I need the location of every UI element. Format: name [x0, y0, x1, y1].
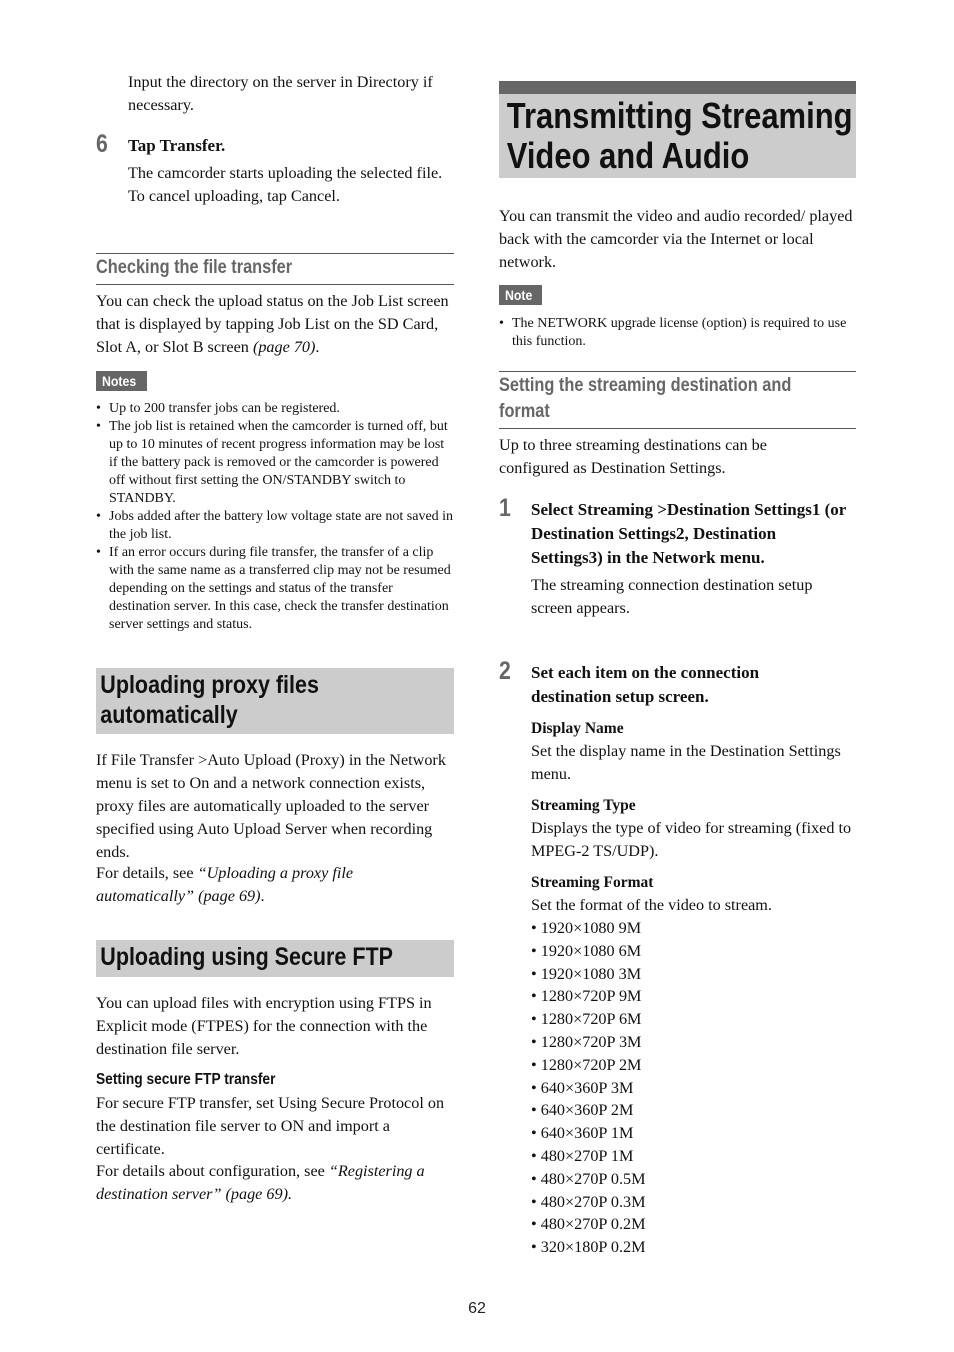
- chapter-title: Transmitting Streaming Video and Audio: [499, 94, 853, 181]
- heading-line: format: [499, 401, 550, 422]
- page-reference[interactable]: (page 70): [253, 338, 315, 356]
- heading-line: Setting the streaming destination and: [499, 375, 792, 396]
- setting-desc: Set the format of the video to stream.: [531, 896, 772, 914]
- format-item: 1280×720P 6M: [531, 1008, 856, 1031]
- subheading: Checking the file transfer: [96, 257, 293, 278]
- step-text: The streaming connection destination set…: [531, 576, 813, 617]
- setting-desc: Displays the type of video for streaming…: [531, 819, 852, 860]
- setting-item-streaming-format: Streaming Format Set the format of the v…: [531, 872, 856, 1259]
- step-number: 6: [96, 130, 108, 158]
- step-number: 1: [499, 494, 511, 522]
- note-item: Up to 200 transfer jobs can be registere…: [96, 400, 454, 418]
- note-item: If an error occurs during file transfer,…: [96, 544, 454, 634]
- format-item: 480×270P 0.3M: [531, 1191, 856, 1214]
- format-item: 1280×720P 2M: [531, 1054, 856, 1077]
- sftp-details: For details about configuration, see “Re…: [96, 1160, 454, 1206]
- setting-item-streaming-type: Streaming Type Displays the type of vide…: [531, 795, 856, 863]
- heading: Uploading using Secure FTP: [100, 943, 393, 971]
- step-6: 6 Tap Transfer. The camcorder starts upl…: [96, 130, 454, 208]
- format-item: 320×180P 0.2M: [531, 1236, 856, 1259]
- note-badge: Note: [499, 285, 543, 305]
- sftp-sub-body: For secure FTP transfer, set Using Secur…: [96, 1094, 445, 1158]
- checking-body: You can check the upload status on the J…: [96, 290, 454, 359]
- step-text: To cancel uploading, tap Cancel.: [128, 187, 340, 205]
- directory-instruction: Input the directory on the server in Dir…: [128, 73, 433, 114]
- setting-desc: Set the display name in the Destination …: [531, 742, 841, 783]
- step-title: Tap Transfer.: [128, 136, 226, 155]
- page-number: 62: [468, 1300, 486, 1317]
- section-proxy-heading: Uploading proxy files automatically: [96, 668, 454, 734]
- text: For details about configuration, see: [96, 1162, 329, 1180]
- format-item: 1920×1080 3M: [531, 963, 856, 986]
- note-item: The NETWORK upgrade license (option) is …: [499, 315, 856, 351]
- format-item: 1920×1080 9M: [531, 917, 856, 940]
- format-item: 480×270P 1M: [531, 1145, 856, 1168]
- title-line: Video and Audio: [506, 135, 750, 176]
- title-line: Transmitting Streaming: [506, 95, 853, 136]
- text: .: [260, 887, 265, 905]
- section-sftp-heading: Uploading using Secure FTP: [96, 940, 454, 977]
- setting-item-display-name: Display Name Set the display name in the…: [531, 718, 856, 786]
- section-streaming-heading: Setting the streaming destination and fo…: [499, 371, 856, 429]
- setting-term: Streaming Format: [531, 874, 654, 891]
- format-item: 480×270P 0.5M: [531, 1168, 856, 1191]
- step-1: 1 Select Streaming >Destination Settings…: [499, 494, 856, 620]
- chapter-intro: You can transmit the video and audio rec…: [499, 207, 853, 271]
- proxy-body: If File Transfer >Auto Upload (Proxy) in…: [96, 751, 446, 861]
- text: .: [315, 338, 320, 356]
- notes-badge: Notes: [96, 371, 147, 391]
- format-item: 1920×1080 6M: [531, 940, 856, 963]
- chapter-title-box: Transmitting Streaming Video and Audio: [499, 81, 856, 178]
- proxy-details: For details, see “Uploading a proxy file…: [96, 862, 454, 908]
- step-number: 2: [499, 657, 511, 685]
- setting-term: Display Name: [531, 720, 624, 737]
- format-list: 1920×1080 9M 1920×1080 6M 1920×1080 3M 1…: [531, 917, 856, 1259]
- format-item: 480×270P 0.2M: [531, 1213, 856, 1236]
- heading-line: Uploading proxy files: [100, 671, 319, 699]
- format-item: 640×360P 1M: [531, 1122, 856, 1145]
- step-text: The camcorder starts uploading the selec…: [128, 164, 443, 182]
- format-item: 640×360P 2M: [531, 1099, 856, 1122]
- sftp-subheading: Setting secure FTP transfer: [96, 1071, 276, 1088]
- note-list: The NETWORK upgrade license (option) is …: [499, 315, 856, 351]
- format-item: 1280×720P 3M: [531, 1031, 856, 1054]
- setting-term: Streaming Type: [531, 797, 636, 814]
- section-checking-heading: Checking the file transfer: [96, 253, 454, 285]
- streaming-body: Up to three streaming destinations can b…: [499, 436, 767, 477]
- heading: Uploading proxy files automatically: [96, 668, 404, 732]
- sftp-body: You can upload files with encryption usi…: [96, 994, 432, 1058]
- format-item: 640×360P 3M: [531, 1077, 856, 1100]
- subheading: Setting the streaming destination and fo…: [499, 372, 806, 425]
- format-item: 1280×720P 9M: [531, 985, 856, 1008]
- note-item: Jobs added after the battery low voltage…: [96, 508, 454, 544]
- note-item: The job list is retained when the camcor…: [96, 418, 454, 508]
- step-title: Set each item on the connection destinat…: [531, 663, 760, 706]
- step-2: 2 Set each item on the connection destin…: [499, 657, 856, 1259]
- text: For details, see: [96, 864, 198, 882]
- heading-line: automatically: [100, 701, 238, 729]
- step-title: Select Streaming >Destination Settings1 …: [531, 500, 847, 567]
- notes-list: Up to 200 transfer jobs can be registere…: [96, 400, 454, 634]
